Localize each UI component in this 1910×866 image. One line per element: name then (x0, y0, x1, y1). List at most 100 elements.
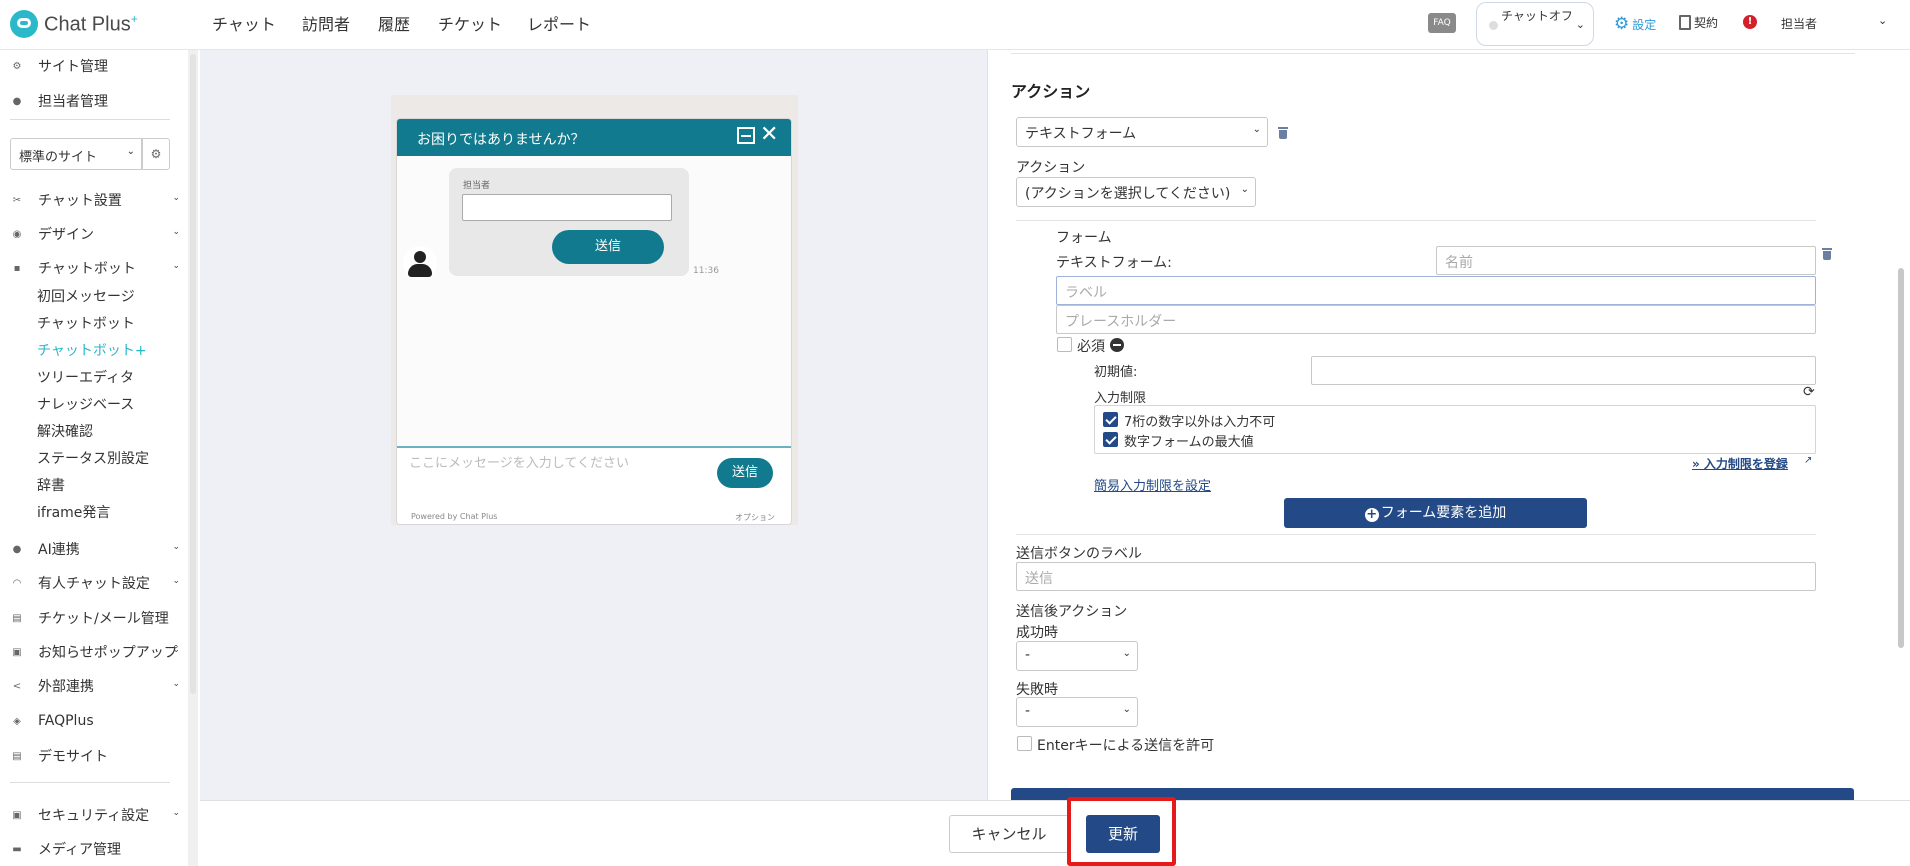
sidebar-item-media[interactable]: ▬ メディア管理 (0, 836, 188, 862)
settings-link[interactable]: ⚙ 設定 (1614, 14, 1656, 34)
sidebar-item-label: お知らせポップアップ (38, 645, 178, 661)
nav-visitors[interactable]: 訪問者 (302, 11, 350, 35)
tools-icon: ✂ (12, 194, 22, 206)
sidebar-sub-iframe[interactable]: iframe発言 (37, 502, 110, 522)
chevron-down-icon: ⌄ (1575, 18, 1585, 31)
shield-icon: ◈ (13, 715, 21, 727)
divider (1016, 220, 1816, 221)
sidebar-item-paid-chat[interactable]: ◠ 有人チャット設定 ⌄ (0, 570, 188, 596)
sidebar-sub-tree-editor[interactable]: ツリーエディタ (37, 367, 134, 387)
trash-icon[interactable] (1278, 127, 1288, 139)
sidebar-item-site-admin[interactable]: ⚙ サイト管理 (0, 53, 188, 79)
limit-item-1: 7桁の数字以外は入力不可 (1124, 415, 1276, 430)
limit-checkbox-1[interactable] (1103, 412, 1118, 427)
fail-label: 失敗時 (1016, 682, 1058, 698)
name-field[interactable]: 名前 (1436, 246, 1816, 275)
input-limit-label: 入力制限 (1094, 391, 1147, 406)
sidebar-sub-resolution[interactable]: 解決確認 (37, 421, 93, 441)
chevron-down-icon: ⌄ (1122, 648, 1131, 659)
site-settings-button[interactable]: ⚙ (142, 138, 170, 170)
sidebar-sub-dictionary[interactable]: 辞書 (37, 475, 65, 495)
sidebar-sub-chatbot-plus[interactable]: チャットボット+ (37, 340, 147, 360)
faq-icon[interactable]: FAQ (1428, 13, 1456, 33)
sidebar-item-staff-admin[interactable]: ● 担当者管理 (0, 88, 188, 114)
submit-label-field[interactable]: 送信 (1016, 562, 1816, 591)
message-input[interactable]: ここにメッセージを入力してください (409, 452, 629, 471)
chevron-down-icon: ⌄ (172, 261, 180, 271)
sidebar-item-demo[interactable]: ▤ デモサイト (0, 743, 188, 769)
option-link[interactable]: オプション (735, 512, 775, 523)
sidebar-item-ticket-mail[interactable]: ▤ チケット/メール管理 (0, 605, 188, 631)
close-icon[interactable]: ✕ (760, 122, 778, 147)
external-link-icon[interactable]: ↗ (1804, 455, 1812, 466)
nav-tickets[interactable]: チケット (438, 11, 502, 35)
ai-icon: ● (12, 543, 22, 555)
preview-send-button[interactable]: 送信 (552, 230, 664, 264)
status-select[interactable]: チャットオフ ⌄ (1476, 2, 1594, 46)
enter-submit-checkbox[interactable] (1017, 736, 1032, 751)
sidebar-item-chatbot[interactable]: ▪ チャットボット ⌄ (0, 255, 188, 281)
placeholder-field[interactable]: プレースホルダー (1056, 305, 1816, 334)
register-limit-link[interactable]: » 入力制限を登録 (1692, 455, 1788, 472)
sidebar-item-ai[interactable]: ● AI連携 ⌄ (0, 536, 188, 562)
form-message-bubble: 担当者 送信 (449, 168, 689, 276)
sidebar-item-label: デザイン (38, 227, 94, 243)
chevron-down-icon: ⌄ (172, 542, 180, 552)
nav-history[interactable]: 履歴 (378, 11, 410, 35)
trash-icon[interactable] (1822, 248, 1832, 260)
chat-plus-logo-icon (10, 10, 38, 38)
minimize-icon[interactable] (737, 127, 755, 144)
headset-icon: ◠ (12, 577, 22, 589)
preview-form-input[interactable] (462, 194, 672, 221)
chevron-down-icon: ⌄ (1252, 124, 1261, 135)
sidebar-item-chat-settings[interactable]: ✂ チャット設置 ⌄ (0, 187, 188, 213)
alert-icon[interactable]: ! (1743, 15, 1757, 29)
sidebar-item-faqplus[interactable]: ◈ FAQPlus (0, 708, 188, 734)
fail-action-select[interactable]: - ⌄ (1016, 697, 1138, 727)
status-label: チャットオフ (1501, 9, 1573, 23)
sidebar-item-security[interactable]: ▣ セキュリティ設定 ⌄ (0, 802, 188, 828)
chevron-down-icon: ⌄ (172, 808, 180, 818)
divider (1011, 53, 1855, 54)
initial-value-label: 初期値: (1094, 365, 1138, 380)
simple-limit-link[interactable]: 簡易入力制限を設定 (1094, 475, 1211, 494)
limit-checkbox-2[interactable] (1103, 432, 1118, 447)
chevron-down-icon: ⌄ (1240, 184, 1249, 195)
sidebar-item-label: 有人チャット設定 (38, 576, 150, 592)
sidebar-sub-knowledge-base[interactable]: ナレッジベース (37, 394, 134, 414)
chat-widget-body: 担当者 送信 11:36 (397, 156, 791, 446)
minus-circle-icon[interactable] (1110, 338, 1124, 352)
user-chevron-icon[interactable]: ⌄ (1878, 14, 1887, 27)
user-menu[interactable]: 担当者 (1781, 15, 1817, 32)
sidebar-sub-chatbot[interactable]: チャットボット (37, 313, 135, 333)
refresh-icon[interactable]: ⟳ (1803, 384, 1815, 400)
sidebar-sub-status-settings[interactable]: ステータス別設定 (37, 448, 149, 468)
chat-widget-header: お困りではありませんか？ ✕ (397, 119, 791, 156)
logo[interactable]: Chat Plus+ (10, 9, 138, 39)
sidebar-sub-first-message[interactable]: 初回メッセージ (37, 286, 135, 306)
initial-value-field[interactable] (1311, 356, 1816, 385)
nav-chat[interactable]: チャット (212, 11, 276, 35)
sidebar-item-external[interactable]: < 外部連携 ⌄ (0, 673, 188, 699)
success-action-select[interactable]: - ⌄ (1016, 641, 1138, 671)
nav-reports[interactable]: レポート (527, 11, 591, 35)
sidebar-item-popup[interactable]: ▣ お知らせポップアップ ⌄ (0, 639, 188, 665)
sidebar-item-design[interactable]: ◉ デザイン ⌄ (0, 221, 188, 247)
sidebar-scroll-thumb[interactable] (190, 54, 196, 694)
sidebar-item-label: 外部連携 (38, 679, 94, 695)
cancel-button[interactable]: キャンセル (949, 815, 1069, 853)
required-checkbox[interactable] (1057, 337, 1072, 352)
label-field[interactable]: ラベル (1056, 276, 1816, 305)
limit-item-2: 数字フォームの最大値 (1124, 435, 1254, 450)
action-select[interactable]: (アクションを選択してください) ⌄ (1016, 177, 1256, 207)
panel-scrollbar[interactable] (1898, 268, 1904, 648)
chat-widget-title: お困りではありませんか？ (417, 132, 585, 148)
site-select[interactable]: 標準のサイト ⌄ (10, 138, 142, 170)
plus-circle-icon: + (1364, 507, 1379, 522)
sidebar: ⚙ サイト管理 ● 担当者管理 標準のサイト ⌄ ⚙ ✂ チャット設置 ⌄ ◉ デザイン ⌄ … (0, 50, 198, 866)
divider (10, 782, 170, 783)
message-send-button[interactable]: 送信 (717, 458, 773, 488)
contract-link[interactable]: 契約 (1679, 14, 1718, 31)
add-form-element-button[interactable]: + フォーム要素を追加 (1284, 498, 1587, 528)
action-type-select[interactable]: テキストフォーム ⌄ (1016, 117, 1268, 147)
